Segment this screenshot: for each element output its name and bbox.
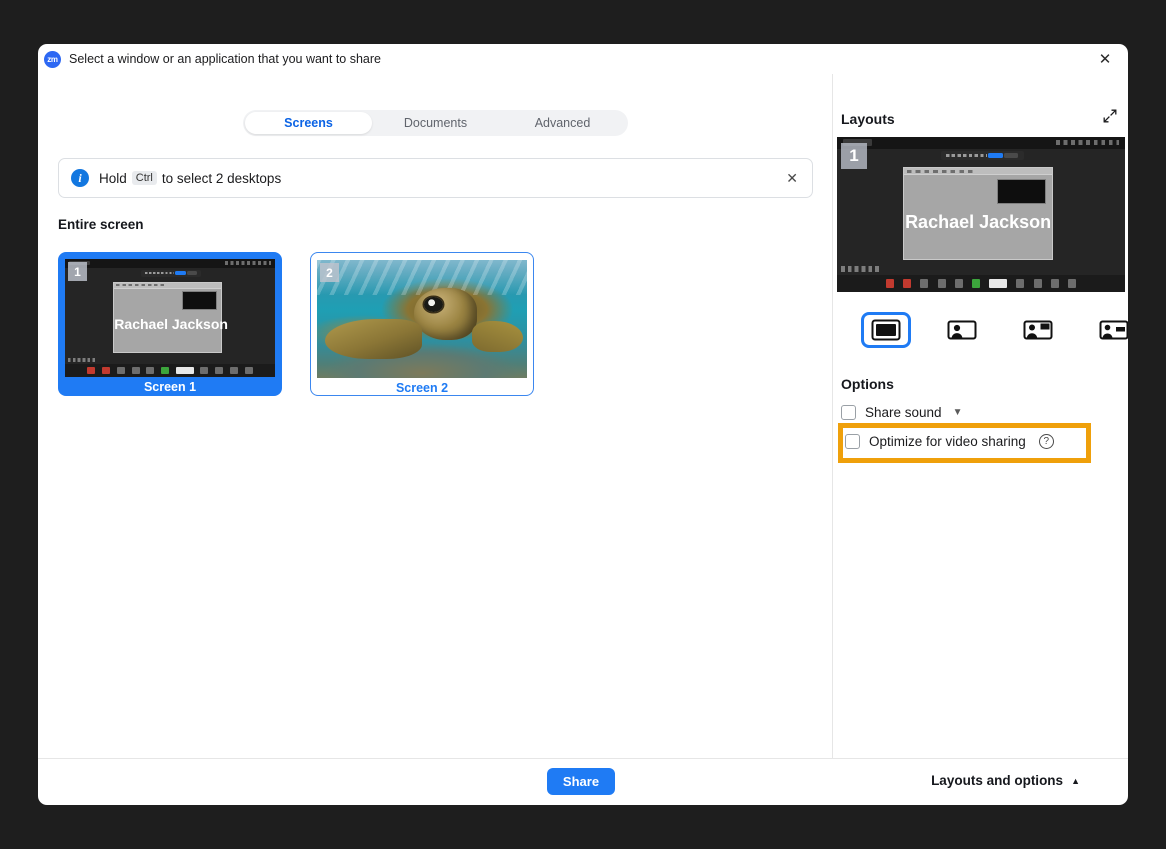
layout-preview-badge: 1 [841,143,867,169]
layouts-and-options-toggle[interactable]: Layouts and options ▲ [931,773,1080,788]
banner-close-icon[interactable]: ✕ [784,170,800,187]
share-screen-dialog: zm Select a window or an application tha… [38,44,1128,805]
screen-1-preview: Rachael Jackson [65,259,275,377]
dialog-title: Select a window or an application that y… [69,52,381,66]
layout-speaker-with-pip-button[interactable] [1013,312,1063,348]
share-sound-checkbox[interactable] [841,405,856,420]
full-screen-icon [871,318,901,342]
option-optimize-video[interactable]: Optimize for video sharing ? [845,434,1054,449]
screen-1-preview-name: Rachael Jackson [114,316,221,332]
layout-preview-name: Rachael Jackson [904,212,1052,233]
banner-suffix: to select 2 desktops [162,171,281,186]
screen-1-label: Screen 1 [144,380,196,394]
share-sound-label: Share sound [865,405,942,420]
tab-screens[interactable]: Screens [245,112,372,134]
screen-2-label: Screen 2 [396,381,448,395]
layouts-pane: Layouts 1 [833,74,1128,758]
screen-card-1[interactable]: 1 Rachael Jackson [58,252,282,396]
optimize-video-checkbox[interactable] [845,434,860,449]
help-icon[interactable]: ? [1039,434,1054,449]
layouts-header: Layouts [841,108,1118,129]
close-icon[interactable]: ✕ [1086,44,1124,74]
zoom-logo-icon: zm [44,51,61,68]
layout-side-by-side-button[interactable] [1089,312,1128,348]
info-icon: i [71,169,89,187]
speaker-with-pip-icon [1023,318,1053,342]
layout-buttons [861,312,1128,348]
speaker-left-icon [947,318,977,342]
screen-card-2[interactable]: 2 Screen 2 [310,252,534,396]
main-pane: Screens Documents Advanced i Hold Ctrl t… [38,74,833,758]
caret-up-icon: ▲ [1071,776,1080,786]
ctrl-key-badge: Ctrl [132,171,157,185]
entire-screen-heading: Entire screen [58,217,144,232]
screen-1-thumbnail: 1 Rachael Jackson [65,259,275,377]
info-banner: i Hold Ctrl to select 2 desktops ✕ [58,158,813,198]
chevron-down-icon[interactable]: ▼ [953,407,963,418]
optimize-video-label: Optimize for video sharing [869,434,1026,449]
screen-2-badge: 2 [320,263,339,282]
tab-bar: Screens Documents Advanced [243,110,628,136]
layouts-title: Layouts [841,111,895,127]
side-by-side-icon [1099,318,1128,342]
tab-advanced[interactable]: Advanced [499,112,626,134]
tab-documents[interactable]: Documents [372,112,499,134]
share-button[interactable]: Share [547,768,615,795]
banner-prefix: Hold [99,171,127,186]
layout-preview: 1 Rachael Jackson [837,137,1125,292]
screen-list: 1 Rachael Jackson [58,252,534,396]
screen-2-thumbnail: 2 [317,260,527,378]
expand-arrow-icon[interactable] [1102,108,1118,129]
dialog-body: Screens Documents Advanced i Hold Ctrl t… [38,74,1128,758]
layout-speaker-left-button[interactable] [937,312,987,348]
options-title: Options [841,376,894,392]
dialog-titlebar: zm Select a window or an application tha… [38,44,1128,74]
screen-1-badge: 1 [68,262,87,281]
layout-full-screen-button[interactable] [861,312,911,348]
banner-text: Hold Ctrl to select 2 desktops [99,171,281,186]
dialog-footer: Share Layouts and options ▲ [38,758,1128,805]
layouts-and-options-label: Layouts and options [931,773,1063,788]
sea-turtle-wallpaper [317,260,527,378]
option-share-sound[interactable]: Share sound ▼ [841,405,962,420]
